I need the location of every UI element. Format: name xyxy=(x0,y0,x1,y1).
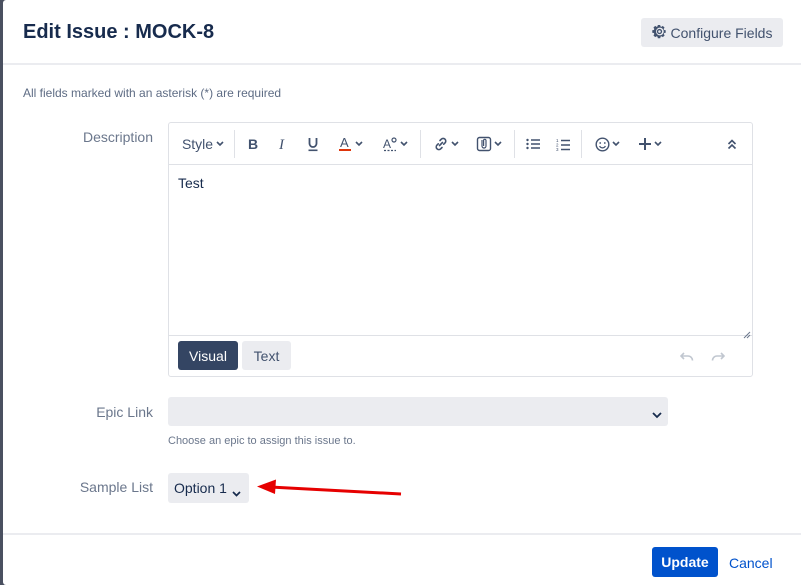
chevron-down-icon xyxy=(232,484,241,500)
description-label: Description xyxy=(82,129,153,145)
italic-icon[interactable]: I xyxy=(273,131,293,157)
cancel-link[interactable]: Cancel xyxy=(729,555,773,571)
dialog-footer: Update Cancel xyxy=(3,533,801,585)
text-mode-button[interactable]: Text xyxy=(242,341,291,370)
numbered-list-icon[interactable]: 123 xyxy=(553,131,573,157)
configure-fields-button[interactable]: Configure Fields xyxy=(641,18,783,47)
link-icon xyxy=(433,136,449,152)
dialog-header: Edit Issue : MOCK-8 Configure Fields xyxy=(3,0,801,65)
bullet-list-icon[interactable] xyxy=(523,131,543,157)
toolbar-divider xyxy=(514,130,515,158)
svg-text:I: I xyxy=(278,137,285,151)
epic-link-label: Epic Link xyxy=(96,404,153,420)
dialog-title: Edit Issue : MOCK-8 xyxy=(23,21,215,43)
link-dropdown[interactable] xyxy=(429,131,463,157)
redo-icon[interactable] xyxy=(711,349,726,367)
emoji-dropdown[interactable] xyxy=(590,131,624,157)
chevron-down-icon xyxy=(216,141,224,147)
epic-link-select[interactable] xyxy=(168,397,668,426)
description-content[interactable]: Test xyxy=(169,165,752,339)
annotation-arrow-icon xyxy=(256,478,404,505)
emoji-icon xyxy=(594,136,610,152)
toolbar-divider xyxy=(420,130,421,158)
insert-more-dropdown[interactable] xyxy=(633,131,667,157)
chevron-down-icon xyxy=(611,141,620,147)
resize-handle-icon[interactable] xyxy=(743,326,751,339)
chevron-down-icon xyxy=(654,141,662,147)
text-color-dropdown[interactable]: A xyxy=(333,131,367,157)
text-format-icon: A xyxy=(382,136,398,152)
chevron-down-icon xyxy=(652,406,662,424)
sample-list-value: Option 1 xyxy=(174,480,227,496)
chevron-down-icon xyxy=(451,141,459,147)
editor-mode-bar: Visual Text xyxy=(169,336,752,376)
collapse-toolbar-icon[interactable] xyxy=(722,131,742,157)
sample-list-select[interactable]: Option 1 xyxy=(168,473,249,503)
chevron-down-icon xyxy=(494,141,502,147)
chevron-down-icon xyxy=(354,141,363,147)
epic-link-help: Choose an epic to assign this issue to. xyxy=(168,435,356,447)
edit-issue-dialog: Edit Issue : MOCK-8 Configure Fields All… xyxy=(3,0,801,585)
visual-mode-button[interactable]: Visual xyxy=(178,341,238,370)
svg-text:B: B xyxy=(248,137,258,151)
toolbar-divider xyxy=(234,130,235,158)
undo-icon[interactable] xyxy=(679,349,694,367)
svg-text:3: 3 xyxy=(556,147,559,151)
editor-toolbar: Style B I A A 1 2 3 xyxy=(169,123,752,165)
text-format-dropdown[interactable]: A xyxy=(378,131,412,157)
configure-fields-label: Configure Fields xyxy=(670,24,773,41)
svg-text:A: A xyxy=(383,137,391,151)
description-text: Test xyxy=(178,175,204,191)
required-fields-note: All fields marked with an asterisk (*) a… xyxy=(23,86,282,100)
underline-icon[interactable] xyxy=(303,131,323,157)
text-color-icon: A xyxy=(338,136,352,152)
chevron-down-icon xyxy=(400,141,408,147)
style-dropdown[interactable]: Style xyxy=(179,131,227,157)
bold-icon[interactable]: B xyxy=(243,131,263,157)
style-label: Style xyxy=(181,136,214,152)
description-editor: Style B I A A 1 2 3 Test Visual Text xyxy=(168,122,753,377)
toolbar-divider xyxy=(581,130,582,158)
attachment-dropdown[interactable] xyxy=(472,131,506,157)
svg-text:A: A xyxy=(340,136,349,150)
sample-list-label: Sample List xyxy=(79,479,153,495)
update-button[interactable]: Update xyxy=(652,547,718,577)
gear-icon xyxy=(651,24,667,42)
attachment-icon xyxy=(476,136,492,152)
insert-more-icon xyxy=(638,137,652,151)
